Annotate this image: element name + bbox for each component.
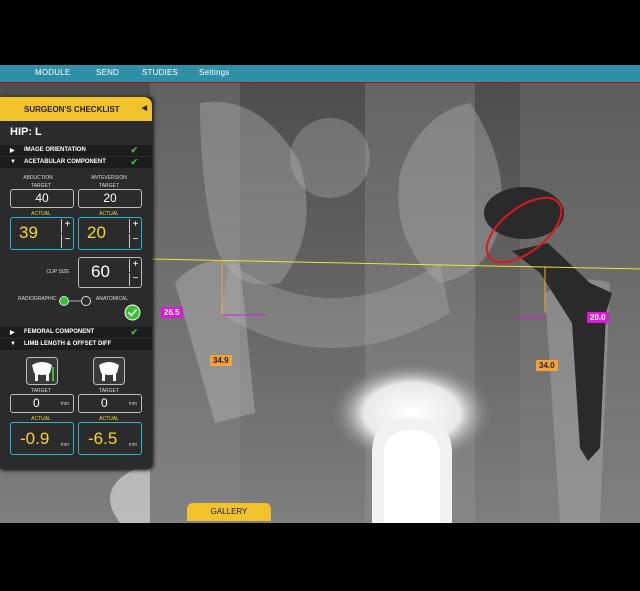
nav-send[interactable]: SEND: [96, 68, 119, 77]
anteversion-decrement-button[interactable]: −: [129, 234, 141, 248]
section-label: LIMB LENGTH & OFFSET DIFF: [24, 341, 112, 347]
check-circle-icon: [124, 304, 141, 321]
anatomical-label: ANATOMICAL: [96, 296, 129, 302]
top-navigation: MODULE SEND STUDIES Settings: [0, 65, 640, 82]
nav-settings[interactable]: Settings: [199, 68, 230, 77]
limb-length-pelvis-icon: [26, 357, 58, 385]
cup-size-decrement-button[interactable]: −: [129, 273, 141, 286]
checkmark-icon: ✔: [130, 157, 138, 167]
anteversion-target-field[interactable]: 20: [78, 189, 142, 208]
section-acetabular-component[interactable]: ▼ ACETABULAR COMPONENT ✔: [0, 157, 152, 168]
cup-size-value: 60: [91, 262, 110, 281]
cup-size-label: CUP SIZE: [46, 269, 70, 275]
nav-module[interactable]: MODULE: [35, 68, 70, 77]
left-offset-measurement: 26.5: [161, 307, 183, 318]
limb-length-target-value: 0: [33, 396, 40, 410]
section-image-orientation[interactable]: ▶ IMAGE ORIENTATION ✔: [0, 145, 152, 156]
anteversion-actual-value: 20: [87, 223, 106, 242]
abduction-target-field[interactable]: 40: [10, 189, 74, 208]
offset-pelvis-icon: [93, 357, 125, 385]
mm-unit: mm: [128, 401, 137, 407]
section-label: IMAGE ORIENTATION: [24, 147, 86, 153]
section-femoral-component[interactable]: ▶ FEMORAL COMPONENT ✔: [0, 327, 152, 338]
mm-unit: mm: [60, 401, 69, 407]
anteversion-actual-field[interactable]: 20 + −: [78, 217, 142, 250]
abduction-decrement-button[interactable]: −: [61, 234, 73, 248]
radiographic-label: RADIOGRAPHIC: [18, 296, 57, 302]
mm-unit: mm: [60, 442, 69, 448]
offset-target-field[interactable]: 0 mm: [78, 394, 142, 413]
cup-size-field[interactable]: 60 + −: [78, 257, 142, 288]
limb-length-target-field[interactable]: 0 mm: [10, 394, 74, 413]
section-label: ACETABULAR COMPONENT: [24, 159, 106, 165]
hip-side-label: HIP: L: [10, 126, 42, 138]
abduction-actual-value: 39: [19, 223, 38, 242]
section-label: FEMORAL COMPONENT: [24, 329, 95, 335]
cup-size-increment-button[interactable]: +: [129, 259, 141, 272]
offset-target-value: 0: [101, 396, 108, 410]
offset-actual-value: -6.5: [88, 429, 118, 448]
checkmark-icon: ✔: [130, 327, 138, 337]
offset-actual-field[interactable]: -6.5 mm: [78, 422, 142, 455]
abduction-increment-button[interactable]: +: [61, 219, 73, 233]
checklist-title: SURGEON'S CHECKLIST: [24, 105, 120, 114]
checklist-header[interactable]: SURGEON'S CHECKLIST ◀: [0, 97, 152, 121]
nav-studies[interactable]: STUDIES: [142, 68, 178, 77]
mm-unit: mm: [128, 442, 137, 448]
expand-arrow-icon: ▶: [10, 148, 15, 154]
abduction-actual-field[interactable]: 39 + −: [10, 217, 74, 250]
section-limb-length-offset[interactable]: ▼ LIMB LENGTH & OFFSET DIFF: [0, 339, 152, 350]
right-length-measurement: 34.0: [536, 360, 558, 371]
gallery-button[interactable]: GALLERY: [187, 503, 271, 521]
limb-length-actual-field[interactable]: -0.9 mm: [10, 422, 74, 455]
expand-arrow-icon: ▶: [10, 330, 15, 336]
collapse-arrow-icon: ▼: [10, 159, 16, 165]
right-offset-measurement: 20.0: [587, 312, 609, 323]
abduction-label: ABDUCTION: [23, 175, 53, 181]
limb-length-actual-value: -0.9: [20, 429, 50, 448]
radiographic-anatomical-toggle[interactable]: [58, 295, 92, 307]
surgeons-checklist-panel: SURGEON'S CHECKLIST ◀ HIP: L ▶ IMAGE ORI…: [0, 97, 152, 469]
collapse-arrow-icon: ▼: [10, 341, 16, 347]
checkmark-icon: ✔: [130, 145, 138, 155]
anteversion-increment-button[interactable]: +: [129, 219, 141, 233]
anteversion-label: ANTEVERSION: [91, 175, 127, 181]
left-length-measurement: 34.9: [210, 355, 232, 366]
collapse-arrow-icon[interactable]: ◀: [142, 104, 147, 112]
